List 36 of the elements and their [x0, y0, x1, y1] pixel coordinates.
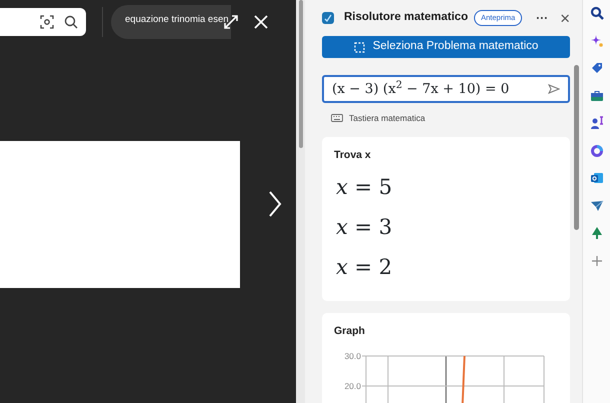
mail-icon[interactable]	[590, 171, 604, 185]
card-title: Trova x	[334, 148, 372, 162]
y-tick-label: 30.0	[344, 350, 361, 361]
solution: x = 3	[336, 214, 394, 242]
ring-icon[interactable]	[590, 144, 604, 158]
keyboard-icon	[331, 114, 343, 122]
close-icon[interactable]	[253, 14, 269, 30]
close-button[interactable]: ×	[560, 10, 570, 26]
scan-icon[interactable]	[40, 15, 54, 29]
panel-title: Risolutore matematico	[344, 10, 468, 26]
chevron-right-icon[interactable]	[268, 190, 282, 218]
scrollbar-thumb[interactable]	[574, 65, 579, 230]
selection-icon	[354, 42, 365, 52]
search-field[interactable]	[0, 8, 86, 36]
paper-plane-icon[interactable]	[590, 198, 604, 212]
solution: x = 2	[336, 254, 394, 282]
splitter-handle[interactable]	[298, 0, 302, 148]
more-button[interactable]: ···	[536, 9, 548, 27]
select-problem-button[interactable]: Seleziona Problema matematico	[322, 36, 570, 58]
solution: x = 5	[336, 174, 394, 202]
card-title: Graph	[334, 325, 366, 338]
tree-icon[interactable]	[590, 226, 604, 240]
search-icon[interactable]	[64, 15, 78, 29]
app-icon	[322, 12, 334, 24]
sparkle-icon[interactable]	[590, 34, 604, 48]
plus-icon[interactable]	[590, 254, 604, 268]
people-icon[interactable]	[590, 116, 604, 130]
math-keyboard-link[interactable]: Tastiera matematica	[349, 112, 426, 125]
plot-curve	[461, 356, 466, 403]
briefcase-icon[interactable]	[590, 88, 604, 102]
search-tab[interactable]: equazione trinomia esen	[111, 5, 231, 39]
equation-input[interactable]: (x − 3) (x$^{2}$ − 7x + 10) = 0	[322, 75, 570, 103]
send-icon[interactable]	[548, 84, 560, 94]
search-icon[interactable]	[590, 6, 604, 20]
y-tick-label: 20.0	[344, 380, 361, 391]
tag-icon[interactable]	[590, 61, 604, 75]
